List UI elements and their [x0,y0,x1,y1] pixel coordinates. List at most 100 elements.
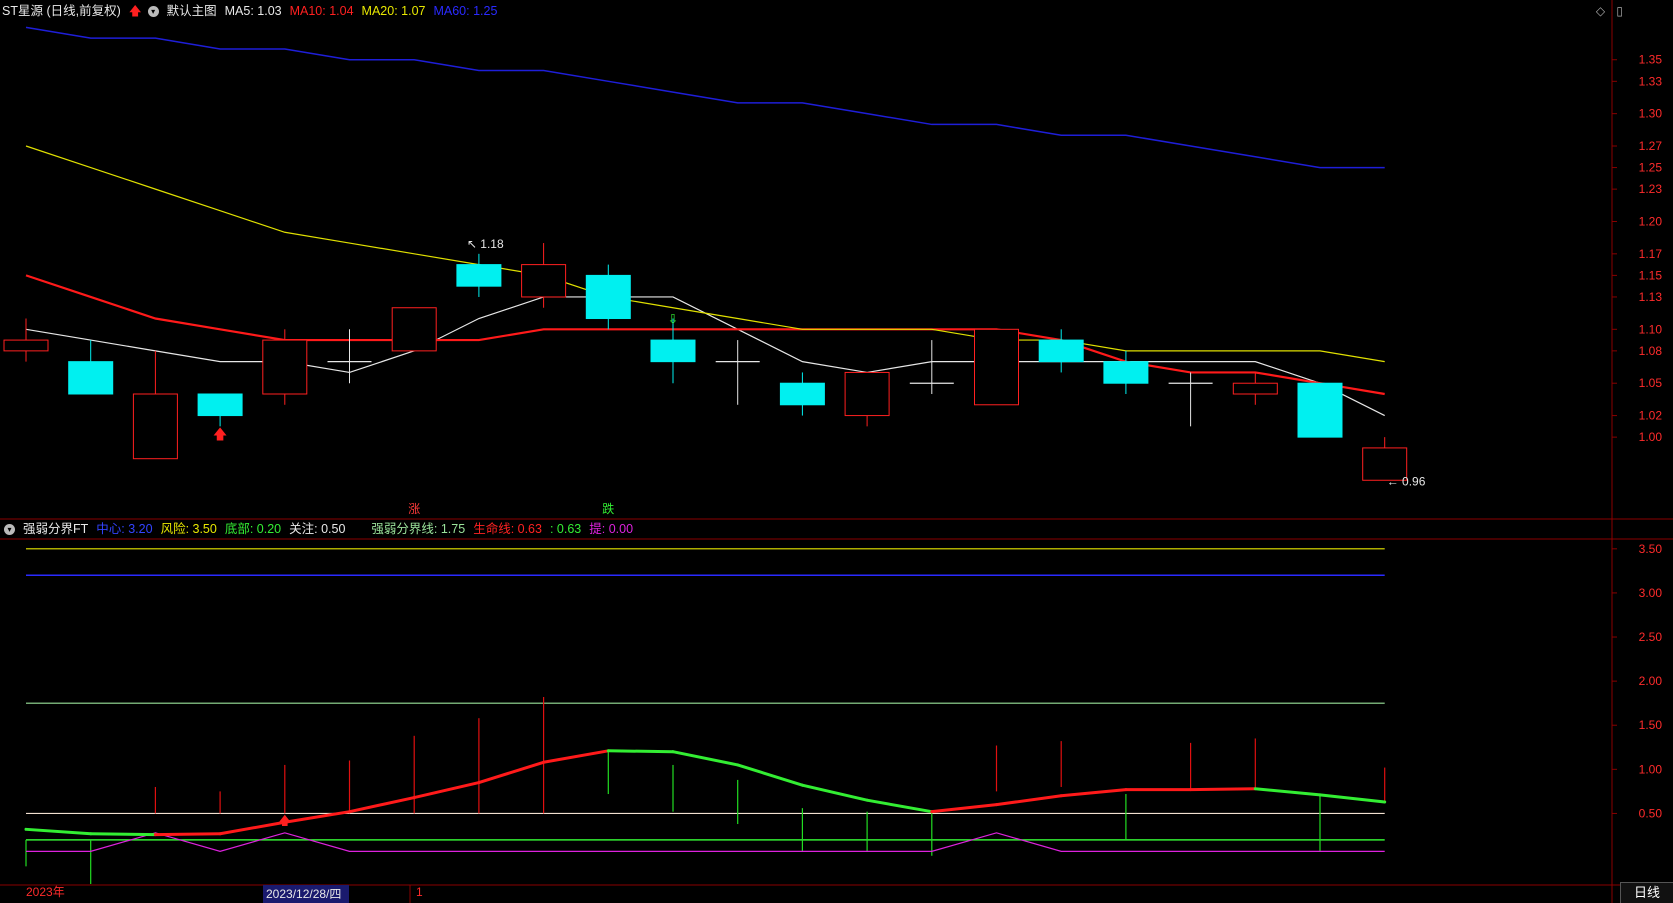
candle [1232,372,1278,405]
lifeline-segment [606,749,675,754]
sub-chart-header: ▾ 强弱分界FT 中心: 3.20 风险: 3.50 底部: 0.20 关注: 0.5… [2,518,649,540]
stock-title[interactable]: ST星源 (日线,前复权) [2,0,121,22]
candle-body [132,393,178,460]
sub-ytick-label: 2.00 [1639,674,1663,688]
candle [327,329,372,384]
indicator-name[interactable]: 强弱分界FT [23,518,88,540]
price-annotation: ← 0.96 [1387,474,1426,488]
sub-ytick-label: 1.00 [1639,762,1663,776]
dropdown-circle-icon[interactable]: ▾ [4,523,15,535]
lifeline-segment [348,796,416,814]
ma-line-ma60 [25,26,1385,169]
lifeline-segment [477,760,546,785]
sub-ytick-label: 3.00 [1639,586,1663,600]
xaxis-cursor-label: 2023/12/28/四 [266,887,341,901]
ma60-value: MA60: 1.25 [433,4,498,18]
sell-arrow-icon: ⇩ [668,312,679,327]
candle [585,264,631,330]
ma5-value: MA5: 1.03 [224,4,282,18]
candle-body [974,328,1019,406]
arrow-up-icon: 🡅 [128,4,142,18]
candle-body [68,361,114,395]
candle-body [262,339,308,395]
candle [197,393,243,427]
indicator-value-3: 关注: 0.50 [289,522,346,536]
main-ytick-label: 1.17 [1639,247,1663,261]
indicator-value-6: : 0.63 [549,522,582,536]
main-ytick-label: 1.33 [1639,74,1663,88]
candle [844,371,890,427]
view-name[interactable]: 默认主图 [167,0,217,22]
candle-body [844,371,890,417]
candle [909,340,954,394]
lifeline-segment [1253,787,1322,797]
lifeline-segment [218,820,287,836]
candle [521,243,567,308]
candle [3,318,49,362]
candle-body [1232,382,1278,395]
xaxis-cursor-date: 2023/12/28/四 [263,885,349,903]
ma10-value: MA10: 1.04 [289,4,354,18]
indicator-values: 中心: 3.20 风险: 3.50 底部: 0.20 关注: 0.50 强弱分界线: 1… [96,518,641,540]
candle-body [585,274,631,320]
candle [715,340,760,405]
candle-body [456,264,502,287]
main-ytick-label: 1.30 [1639,107,1663,121]
candle [1038,329,1084,373]
dropdown-circle-icon[interactable]: ▾ [147,5,159,17]
candle [132,350,178,460]
chart-canvas[interactable]: 1.00 1.02 1.05 1.08 1.10 1.13 1.15 1.17 1.20 1.23… [0,0,1673,903]
indicator-value-5: 生命线: 0.63 [473,522,542,536]
main-ytick-label: 1.10 [1639,322,1663,336]
ma20-value: MA20: 1.07 [361,4,426,18]
indicator-value-0: 中心: 3.20 [96,522,153,536]
lifeline-segment [800,783,869,802]
lifeline-segment [736,763,804,787]
lifeline-segment [865,798,934,814]
period-tab[interactable]: 日线 [1620,882,1673,903]
sub-ytick-label: 3.50 [1639,542,1663,556]
indicator-value-4: 强弱分界线: 1.75 [371,522,466,536]
sub-ytick-label: 1.50 [1639,718,1663,732]
lifeline-segment [412,781,481,800]
main-chart-header: ST星源 (日线,前复权) 🡅 ▾ 默认主图 MA5: 1.03 MA10: 1… [2,0,505,22]
price-annotation: ↖ 1.18 [467,237,504,251]
diamond-icon[interactable]: ◇ [1596,4,1605,18]
candle [456,253,502,297]
lifeline-segment [1318,793,1387,804]
candle [1297,382,1343,438]
lifeline-segment [153,832,222,837]
lifeline-segment [89,832,157,837]
main-ytick-label: 1.02 [1639,409,1663,423]
sub-ytick-label: 2.50 [1639,630,1663,644]
main-ytick-label: 1.08 [1639,344,1663,358]
main-ytick-label: 1.27 [1639,139,1663,153]
lifeline-segment [930,803,998,814]
main-ytick-label: 1.23 [1639,182,1663,196]
lifeline-segment [542,749,610,764]
lifeline-segment [995,794,1063,807]
rise-marker: 涨 [408,501,420,516]
buy-arrow-icon: 🡅 [213,426,227,442]
lifeline-segment [1059,788,1128,798]
candle-body [391,307,437,352]
square-icon[interactable]: ▯ [1616,4,1623,18]
main-ytick-label: 1.35 [1639,53,1663,67]
candle-body [1038,339,1084,363]
candle [974,328,1019,406]
candle-body [3,339,49,352]
lifeline-segment [1189,787,1257,792]
candle-body [521,264,567,298]
sub-arrow-icon: 🡅 [279,813,291,827]
window-controls: ◇ ▯ [1596,4,1623,18]
main-ytick-label: 1.20 [1639,214,1663,228]
candle-body [650,339,696,363]
indicator-value-1: 风险: 3.50 [160,522,217,536]
sub-ytick-label: 0.50 [1639,806,1663,820]
main-ytick-label: 1.05 [1639,376,1663,390]
main-ytick-label: 1.00 [1639,430,1663,444]
lifeline-segment [24,827,93,836]
main-ytick-label: 1.25 [1639,161,1663,175]
candle [1168,372,1213,427]
candle [779,372,825,416]
